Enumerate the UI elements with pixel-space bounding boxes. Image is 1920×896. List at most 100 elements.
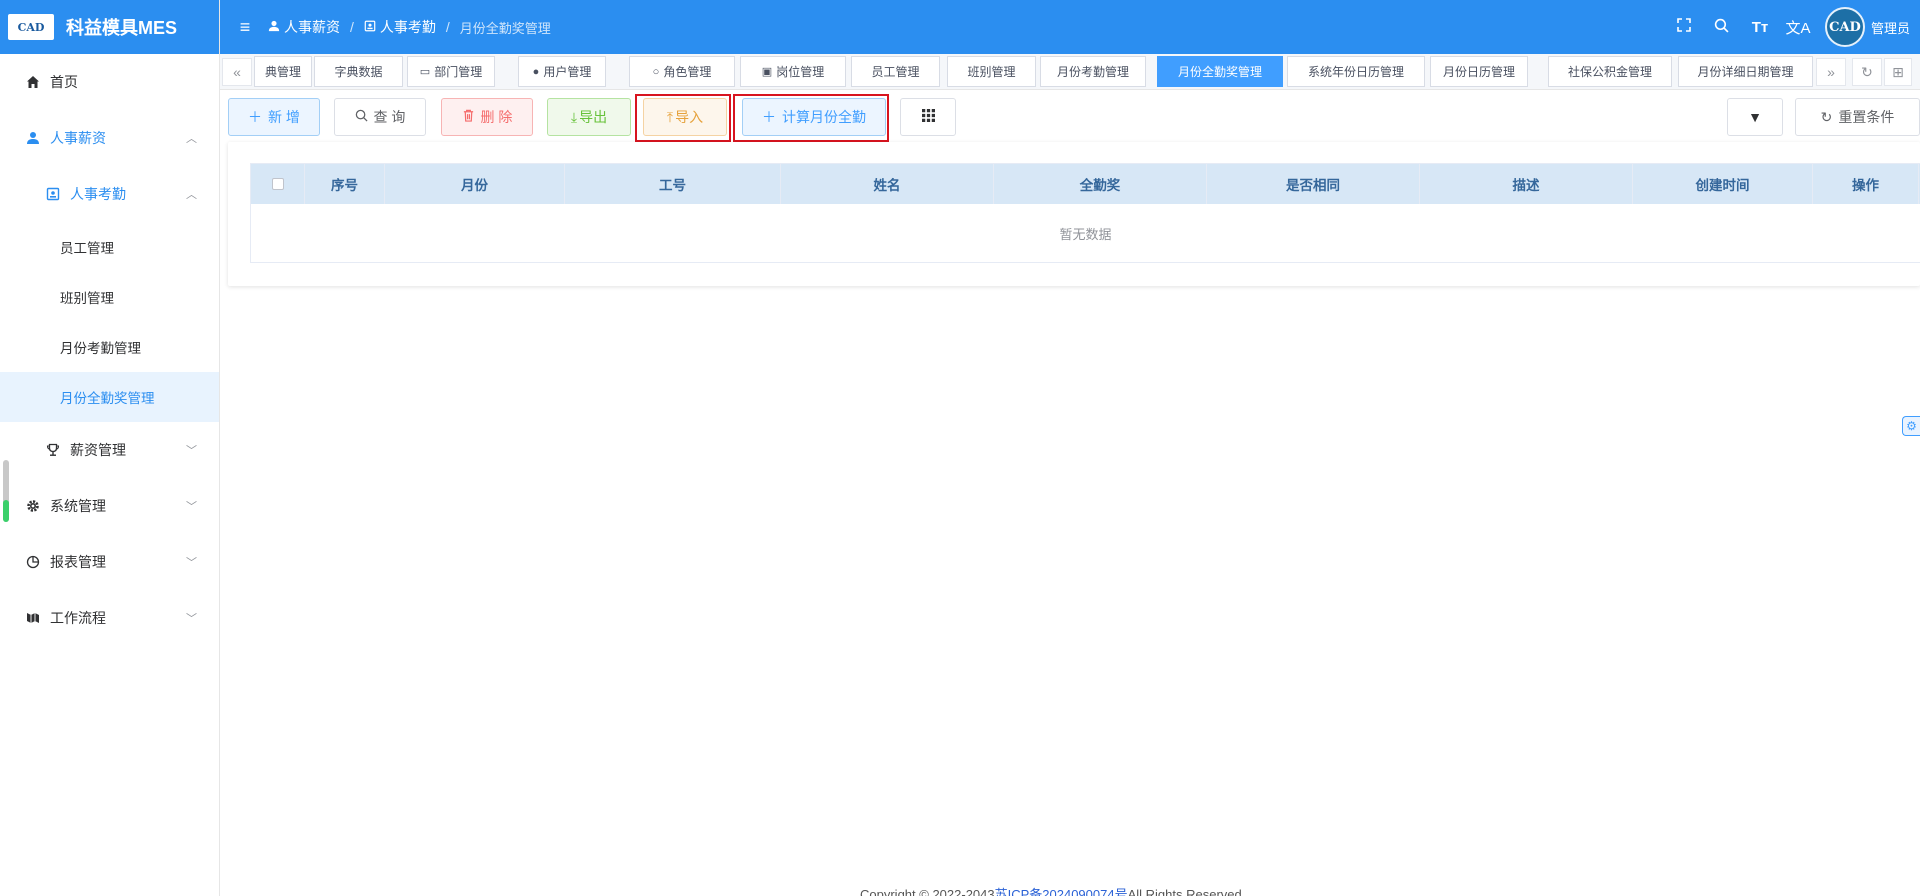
column-header[interactable]: 创建时间 — [1633, 164, 1813, 204]
sidebar-item-shift-mgmt[interactable]: 班别管理 — [0, 272, 219, 322]
download-icon: ⤓ — [570, 108, 578, 125]
sidebar-item-employee-mgmt[interactable]: 员工管理 — [0, 222, 219, 272]
sidebar-item-label: 人事考勤 — [70, 186, 126, 202]
tab-social-security[interactable]: 社保公积金管理 — [1548, 56, 1672, 87]
copyright-text: Copyright © 2022-2043 — [860, 887, 995, 896]
breadcrumb-label: 人事薪资 — [284, 19, 340, 35]
select-all-checkbox[interactable] — [271, 178, 284, 190]
sidebar-item-monthly-attendance[interactable]: 月份考勤管理 — [0, 322, 219, 372]
column-header[interactable]: 操作 — [1813, 164, 1919, 204]
tab-users[interactable]: ● 用户管理 — [518, 56, 606, 87]
plus-icon: ＋ — [248, 109, 263, 125]
sidebar-item-label: 系统管理 — [50, 498, 106, 514]
caret-down-icon: ▼ — [1748, 109, 1762, 125]
column-header[interactable]: 序号 — [305, 164, 385, 204]
tabs-scroll-right-icon[interactable]: » — [1816, 58, 1846, 86]
chevron-down-icon: ﹀ — [186, 445, 197, 457]
tab-shifts[interactable]: 班别管理 — [947, 56, 1036, 87]
tab-label: 部门管理 — [434, 65, 483, 79]
column-header[interactable]: 描述 — [1420, 164, 1633, 204]
tab-employees[interactable]: 员工管理 — [851, 56, 940, 87]
tab-label: 用户管理 — [543, 65, 592, 79]
tabs-scroll-left-icon[interactable]: « — [222, 58, 252, 86]
pie-icon — [24, 555, 42, 569]
menu-toggle-icon[interactable]: ≡ — [230, 17, 260, 38]
search-icon[interactable] — [1703, 18, 1741, 37]
column-header[interactable]: 全勤奖 — [994, 164, 1207, 204]
id-card-icon: ▭ — [419, 66, 431, 78]
reset-button[interactable]: ↻ 重置条件 — [1795, 98, 1920, 136]
sidebar-item-label: 月份全勤奖管理 — [60, 391, 155, 406]
column-settings-button[interactable] — [900, 98, 956, 136]
add-button[interactable]: ＋ 新 增 — [228, 98, 320, 136]
column-header[interactable]: 工号 — [565, 164, 781, 204]
button-label: 删 除 — [480, 109, 513, 125]
sidebar-item-workflow[interactable]: 工作流程 ﹀ — [0, 590, 219, 646]
chevron-up-icon: ︿ — [186, 133, 197, 145]
button-label: 重置条件 — [1838, 109, 1895, 125]
refresh-icon[interactable]: ↻ — [1852, 58, 1882, 86]
tab-year-calendar[interactable]: 系统年份日历管理 — [1287, 56, 1425, 87]
font-size-icon[interactable]: Tт — [1741, 19, 1779, 36]
column-header[interactable]: 是否相同 — [1207, 164, 1420, 204]
trash-icon — [462, 109, 475, 125]
tab-month-calendar[interactable]: 月份日历管理 — [1430, 56, 1528, 87]
column-header[interactable]: 姓名 — [781, 164, 994, 204]
sidebar-item-hr-attendance[interactable]: 人事考勤 ︿ — [0, 166, 219, 222]
rights-text: All Rights Reserved. — [1127, 887, 1246, 896]
badge-icon: ▣ — [761, 66, 773, 78]
username[interactable]: 管理员 — [1871, 18, 1910, 37]
user-outline-icon: ○ — [652, 65, 660, 78]
tab-monthly-attendance[interactable]: 月份考勤管理 — [1040, 56, 1146, 87]
company-logo: CAD — [8, 14, 54, 40]
tab-dict-data[interactable]: 字典数据 — [314, 56, 403, 87]
export-button[interactable]: ⤓ 导出 — [547, 98, 631, 136]
toggle-search-button[interactable]: ▼ — [1727, 98, 1783, 136]
highlight-box-calc — [733, 94, 889, 142]
grid-icon[interactable]: ⊞ — [1884, 58, 1912, 86]
badge-icon — [44, 187, 62, 201]
language-icon[interactable]: 文A — [1779, 17, 1817, 38]
button-label: 导出 — [579, 109, 608, 125]
delete-button[interactable]: 删 除 — [441, 98, 533, 136]
top-header: ≡ 人事薪资 / 人事考勤 / 月份全勤奖管理 Tт 文A CAD 管理员 — [220, 0, 1920, 54]
flow-icon — [24, 611, 42, 625]
breadcrumb-item[interactable]: 人事考勤 — [364, 17, 436, 37]
tab-roles[interactable]: ○ 角色管理 — [629, 56, 735, 87]
sidebar-item-monthly-bonus[interactable]: 月份全勤奖管理 — [0, 372, 219, 422]
refresh-icon: ↻ — [1820, 108, 1833, 125]
settings-float-icon[interactable]: ⚙ — [1902, 416, 1920, 436]
icp-link[interactable]: 苏ICP备2024090074号 — [995, 887, 1128, 896]
sidebar-item-label: 报表管理 — [50, 554, 106, 570]
sidebar-item-home[interactable]: 首页 — [0, 54, 219, 110]
grid-icon — [921, 109, 935, 125]
sidebar-scrollbar[interactable] — [3, 460, 9, 522]
badge-icon — [364, 20, 376, 35]
avatar[interactable]: CAD — [1824, 7, 1865, 47]
tab-dict-type[interactable]: 典管理 — [254, 56, 312, 87]
logo-bar: CAD 科益模具MES — [0, 0, 219, 54]
header-tools: Tт 文A CAD 管理员 — [1665, 7, 1910, 47]
tab-label: 岗位管理 — [776, 65, 825, 79]
sidebar-item-label: 薪资管理 — [70, 442, 126, 458]
sidebar-item-hr-payroll[interactable]: 人事薪资 ︿ — [0, 110, 219, 166]
query-button[interactable]: 查 询 — [334, 98, 426, 136]
fullscreen-icon[interactable] — [1665, 18, 1703, 36]
tab-label: 角色管理 — [663, 65, 712, 79]
footer: Copyright © 2022-2043苏ICP备2024090074号All… — [860, 884, 1245, 896]
tab-dept[interactable]: ▭ 部门管理 — [407, 56, 495, 87]
breadcrumb-item[interactable]: 人事薪资 — [268, 17, 340, 37]
tab-posts[interactable]: ▣ 岗位管理 — [740, 56, 846, 87]
tab-month-detail-dates[interactable]: 月份详细日期管理 — [1678, 56, 1813, 87]
sidebar: CAD 科益模具MES 首页 人事薪资 ︿ 人事考勤 ︿ 员工管理 班别管理 月… — [0, 0, 220, 896]
highlight-box-import — [635, 94, 731, 142]
sidebar-item-system[interactable]: 系统管理 ﹀ — [0, 478, 219, 534]
tab-monthly-bonus[interactable]: 月份全勤奖管理 — [1157, 56, 1283, 87]
chevron-up-icon: ︿ — [186, 189, 197, 201]
sidebar-item-reports[interactable]: 报表管理 ﹀ — [0, 534, 219, 590]
sidebar-item-salary[interactable]: 薪资管理 ﹀ — [0, 422, 219, 478]
breadcrumb-current: 月份全勤奖管理 — [459, 20, 551, 36]
search-icon — [355, 109, 368, 125]
gear-icon — [24, 499, 42, 513]
column-header[interactable]: 月份 — [385, 164, 565, 204]
